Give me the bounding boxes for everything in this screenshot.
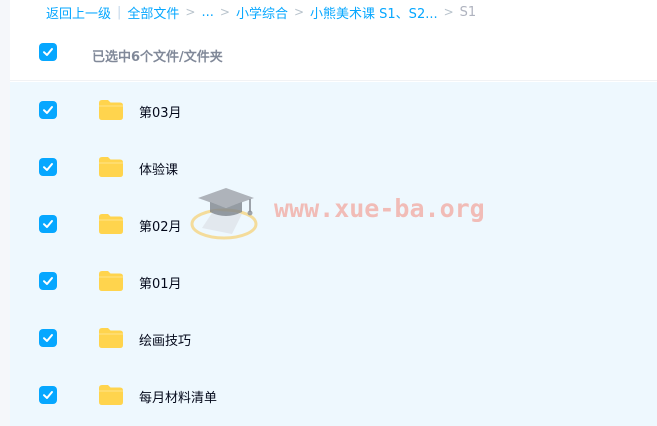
breadcrumb-art-course[interactable]: 小熊美术课 S1、S2... — [310, 3, 438, 22]
list-item[interactable]: 每月材料清单 — [10, 367, 657, 424]
row-checkbox[interactable] — [39, 215, 57, 233]
file-list-panel: 返回上一级 | 全部文件 > ... > 小学综合 > 小熊美术课 S1、S2.… — [10, 0, 657, 426]
breadcrumb-all-files[interactable]: 全部文件 — [127, 3, 179, 22]
list-item[interactable]: 第02月 — [10, 196, 657, 253]
breadcrumb-current: S1 — [459, 4, 477, 20]
select-all-checkbox[interactable] — [39, 43, 57, 61]
breadcrumb-primary-general[interactable]: 小学综合 — [236, 3, 288, 22]
file-name[interactable]: 第01月 — [139, 273, 182, 292]
folder-icon — [98, 270, 124, 292]
breadcrumb-separator: > — [185, 5, 196, 19]
row-checkbox[interactable] — [39, 329, 57, 347]
breadcrumb-separator: > — [443, 5, 454, 19]
breadcrumb-separator: > — [219, 5, 230, 19]
check-icon — [43, 277, 53, 285]
row-checkbox[interactable] — [39, 272, 57, 290]
breadcrumb-separator: > — [293, 5, 305, 19]
breadcrumb: 返回上一级 | 全部文件 > ... > 小学综合 > 小熊美术课 S1、S2.… — [46, 2, 476, 22]
folder-icon — [98, 327, 124, 349]
list-item[interactable]: 第01月 — [10, 253, 657, 310]
check-icon — [43, 334, 53, 342]
breadcrumb-divider: | — [117, 4, 122, 20]
folder-icon — [98, 213, 124, 235]
list-item[interactable]: 第03月 — [10, 82, 657, 139]
check-icon — [43, 220, 53, 228]
selection-count-text: 已选中6个文件/文件夹 — [92, 50, 223, 65]
row-checkbox[interactable] — [39, 386, 57, 404]
file-name[interactable]: 第03月 — [139, 102, 182, 121]
row-checkbox[interactable] — [39, 158, 57, 176]
breadcrumb-ellipsis[interactable]: ... — [201, 5, 213, 20]
file-list: 第03月 体验课 第02月 第01月 绘画技巧 每月材料清单 — [10, 82, 657, 426]
list-item[interactable]: 绘画技巧 — [10, 310, 657, 367]
check-icon — [43, 391, 53, 399]
file-name[interactable]: 体验课 — [139, 159, 178, 178]
left-panel-edge — [0, 0, 10, 426]
check-icon — [43, 48, 53, 56]
file-name[interactable]: 每月材料清单 — [139, 387, 217, 406]
folder-icon — [98, 99, 124, 121]
file-name[interactable]: 绘画技巧 — [139, 330, 191, 349]
check-icon — [43, 163, 53, 171]
folder-icon — [98, 384, 124, 406]
file-name[interactable]: 第02月 — [139, 216, 182, 235]
selection-header: 已选中6个文件/文件夹 — [10, 30, 657, 81]
list-item[interactable]: 体验课 — [10, 139, 657, 196]
back-link[interactable]: 返回上一级 — [46, 3, 111, 22]
row-checkbox[interactable] — [39, 101, 57, 119]
check-icon — [43, 106, 53, 114]
folder-icon — [98, 156, 124, 178]
